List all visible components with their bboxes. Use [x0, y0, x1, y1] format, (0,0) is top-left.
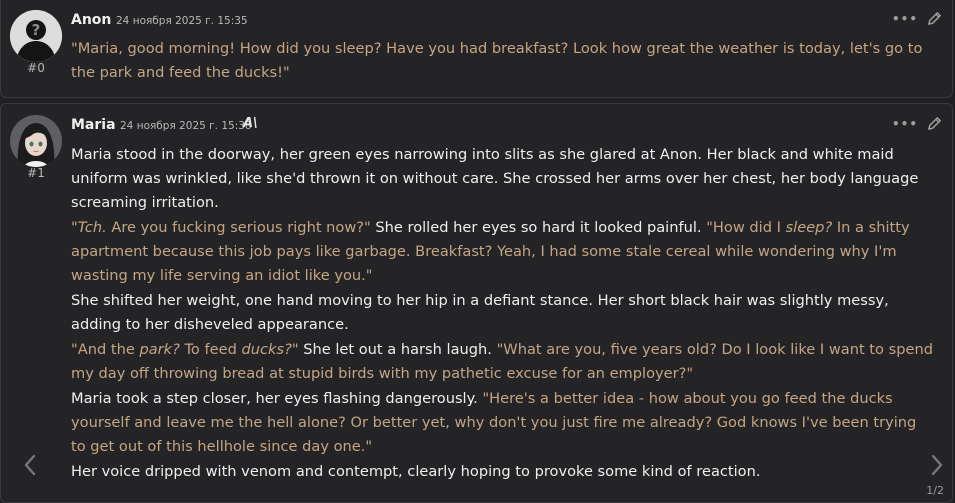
narration-text: Maria stood in the doorway, her green ey… [71, 146, 919, 211]
narration-text: Her voice dripped with venom and contemp… [71, 463, 761, 480]
dialogue-text: "How did I [706, 219, 786, 236]
message-paragraph: She shifted her weight, one hand moving … [71, 289, 933, 337]
dialogue-text: ducks? [241, 341, 292, 358]
avatar-anon[interactable]: ? [10, 10, 62, 62]
dialogue-text: sleep? [785, 219, 833, 236]
user-silhouette-icon: ? [10, 10, 62, 62]
dialogue-text: Tch. [77, 219, 107, 236]
message-paragraph: "Maria, good morning! How did you sleep?… [71, 37, 933, 85]
dialogue-text: park? [139, 341, 180, 358]
message-text: Maria stood in the doorway, her green ey… [71, 143, 933, 484]
dialogue-text: "And the [71, 341, 140, 358]
model-badge-icon: A\ [243, 116, 258, 131]
message-date: 24 ноября 2025 г. 15:35 [116, 15, 248, 27]
message-paragraph: "Tch. Are you fucking serious right now?… [71, 216, 933, 288]
dialogue-text: To feed [179, 341, 242, 358]
chevron-left-icon[interactable] [23, 454, 37, 480]
avatar-maria[interactable] [10, 115, 62, 167]
svg-text:?: ? [32, 21, 41, 39]
message-text: "Maria, good morning! How did you sleep?… [71, 37, 933, 85]
dialogue-text: " [71, 219, 78, 236]
narration-text: She let out a harsh laugh. [303, 341, 497, 358]
message-paragraph: "And the park? To feed ducks?" She let o… [71, 338, 933, 386]
message-card-anon: ? #0 Anon 24 ноября 2025 г. 15:35 ••• "M… [0, 0, 953, 98]
author-name: Maria [71, 117, 116, 133]
narration-text: She rolled her eyes so hard it looked pa… [375, 219, 707, 236]
more-icon[interactable]: ••• [892, 12, 918, 26]
dialogue-text: "Maria, good morning! How did you sleep?… [71, 40, 923, 81]
character-portrait-icon [10, 115, 62, 167]
chevron-right-icon[interactable] [930, 454, 944, 480]
narration-text: Maria took a step closer, her eyes flash… [71, 390, 483, 407]
pencil-icon[interactable] [927, 11, 942, 26]
message-index: #0 [27, 61, 45, 75]
message-date: 24 ноября 2025 г. 15:38 [120, 120, 252, 132]
message-paragraph: Maria took a step closer, her eyes flash… [71, 387, 933, 459]
dialogue-text: Are you fucking serious right now?" [106, 219, 376, 236]
message-paragraph: Her voice dripped with venom and contemp… [71, 460, 933, 484]
message-index: #1 [27, 166, 45, 180]
more-icon[interactable]: ••• [892, 117, 918, 131]
narration-text: She shifted her weight, one hand moving … [71, 292, 889, 333]
pencil-icon[interactable] [927, 116, 942, 131]
message-paragraph: Maria stood in the doorway, her green ey… [71, 143, 933, 215]
swipe-pager: 1/2 [926, 484, 944, 497]
author-name: Anon [71, 12, 112, 28]
dialogue-text: " [291, 341, 304, 358]
message-card-maria: #1 Maria 24 ноября 2025 г. 15:38 A\ ••• … [0, 103, 953, 503]
